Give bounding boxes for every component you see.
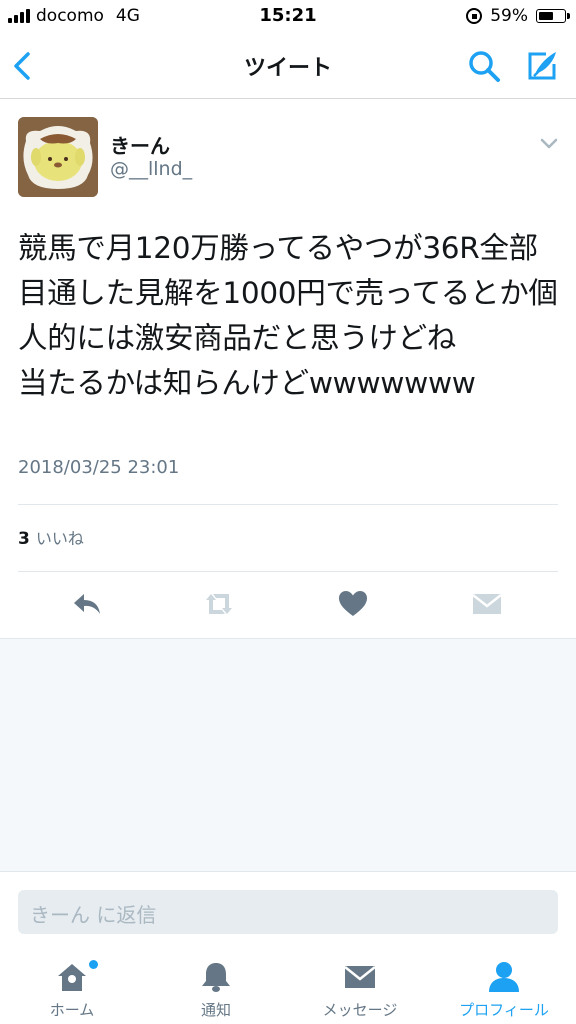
pompompurin-avatar-image [18,117,98,197]
divider [18,571,558,572]
likes-count: 3 [18,529,30,549]
home-icon [58,964,86,991]
like-button[interactable] [336,588,370,620]
tab-messages[interactable]: メッセージ [288,948,432,1024]
tweet-text: 競馬で月120万勝ってるやつが36R全部目通した見解を1000円で売ってるとか個… [18,231,558,400]
status-bar: docomo 4G 15:21 59% [0,0,576,34]
nav-bar: ツイート [0,34,576,99]
reply-input[interactable]: きーん に返信 [18,890,558,934]
divider [18,504,558,505]
search-icon [469,51,500,82]
status-right: 59% [466,6,570,26]
user-handle[interactable]: @__llnd_ [110,158,192,180]
notification-dot [89,960,98,969]
rotation-lock-icon [466,8,483,24]
empty-replies-area [0,639,576,871]
likes-label: いいね [35,529,84,548]
battery-percent: 59% [490,6,528,26]
likes-stat[interactable]: 3 いいね [18,525,84,549]
battery-icon [536,9,570,23]
tab-notifications[interactable]: 通知 [144,948,288,1024]
bell-icon [202,963,230,992]
chevron-down-icon [540,138,558,149]
tab-label: メッセージ [322,1001,398,1019]
direct-message-button[interactable] [470,588,504,620]
envelope-icon [344,966,376,988]
tab-bar: ホーム 通知 メッセージ プロフィール [0,948,576,1024]
tab-label: 通知 [200,1001,231,1019]
compose-button[interactable] [522,46,562,86]
reply-button[interactable] [70,588,104,620]
tweet-menu-button[interactable] [538,136,560,152]
reply-bar: きーん に返信 [0,871,576,949]
envelope-icon [472,594,502,614]
compose-icon [528,52,556,80]
tweet-timestamp: 2018/03/25 23:01 [18,457,180,478]
tab-label: ホーム [49,1001,95,1019]
retweet-button[interactable] [202,588,236,620]
display-name[interactable]: きーん [110,130,170,159]
heart-icon [339,591,367,616]
search-button[interactable] [466,48,502,84]
retweet-icon [206,594,232,614]
tab-label: プロフィール [459,1001,549,1019]
avatar[interactable] [18,117,98,197]
reply-icon [74,594,100,614]
person-icon [489,962,519,992]
tab-home[interactable]: ホーム [0,948,144,1024]
tab-profile[interactable]: プロフィール [432,948,576,1024]
